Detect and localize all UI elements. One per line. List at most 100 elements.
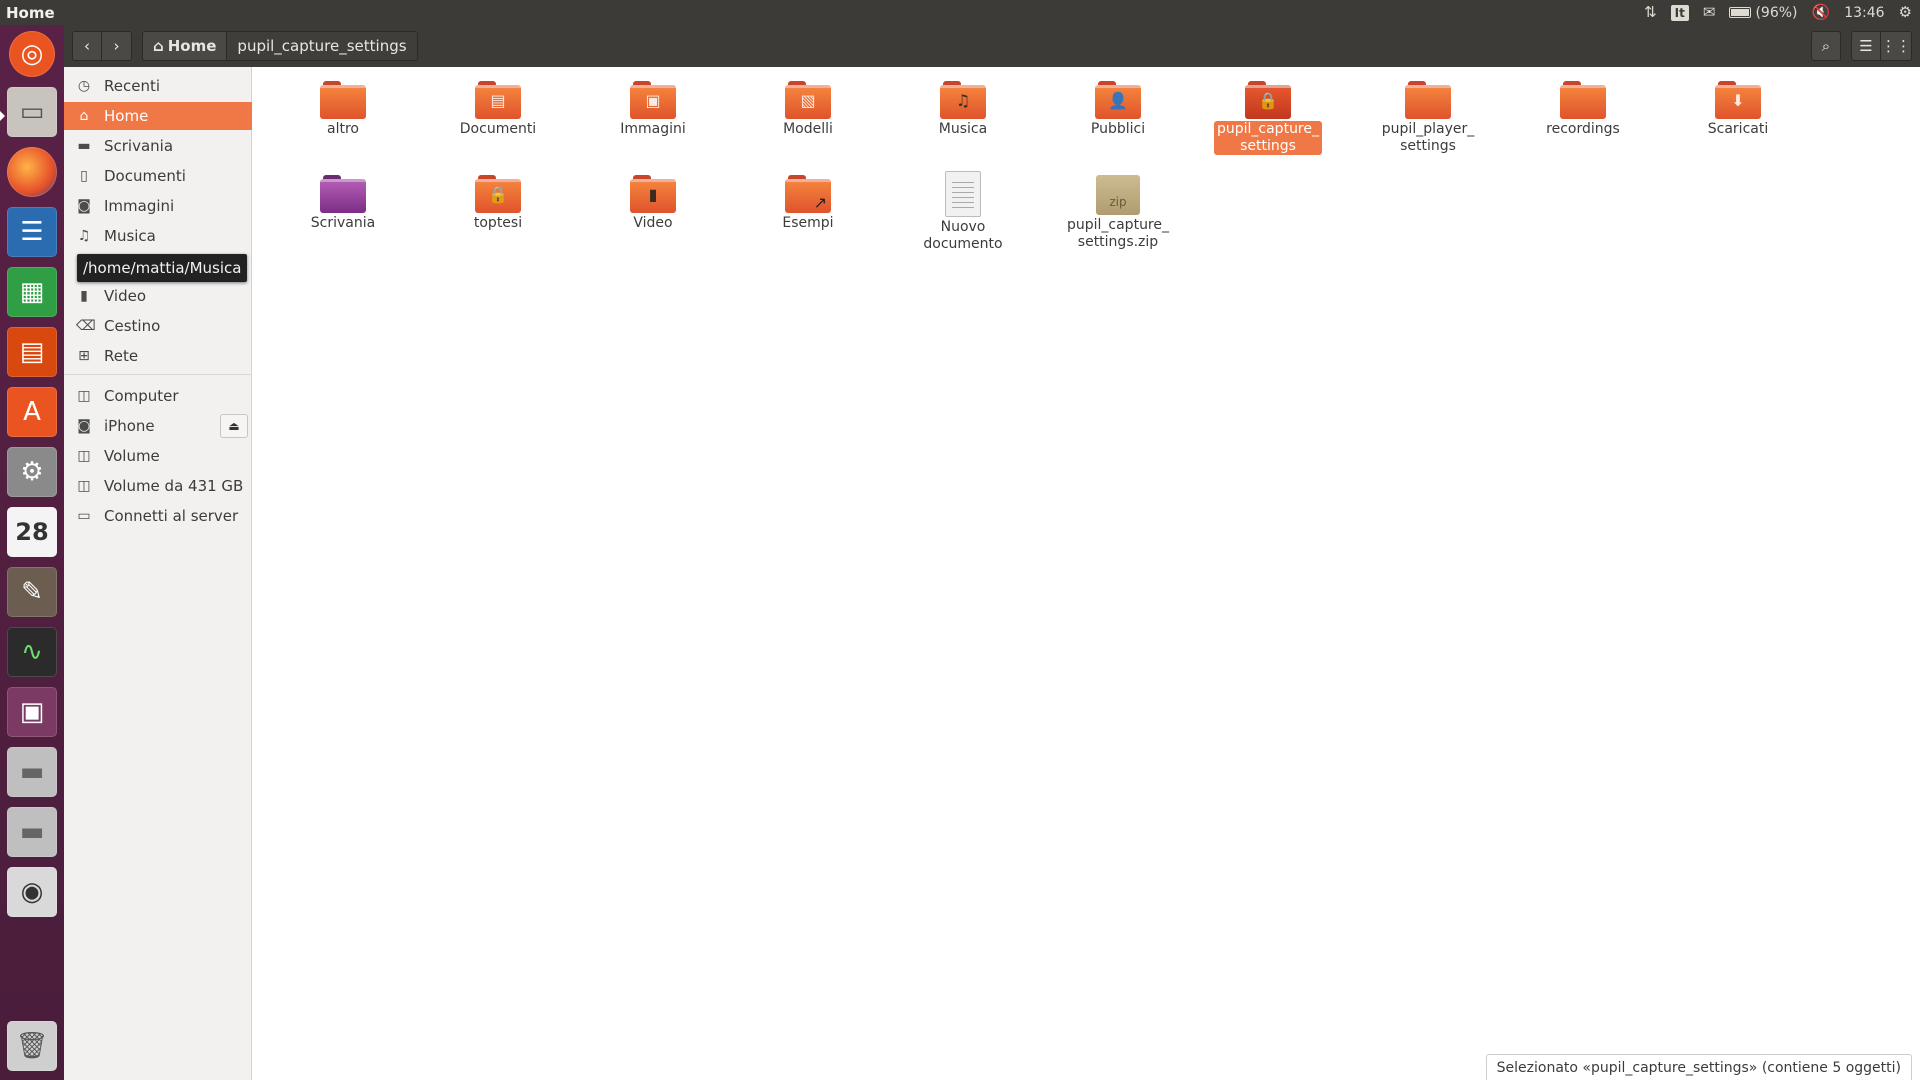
sidebar-item-home[interactable]: ⌂ Home — [64, 102, 252, 130]
firefox-icon[interactable] — [7, 147, 57, 197]
file-label: Documenti — [459, 121, 537, 137]
sidebar-item-musica[interactable]: ♫ Musica — [64, 222, 252, 250]
list-view-button[interactable]: ☰ — [1851, 31, 1881, 61]
chevron-left-icon: ‹ — [84, 37, 90, 55]
sidebar-item-label: Immagini — [104, 197, 175, 215]
eject-button[interactable]: ⏏ — [220, 414, 248, 438]
file-item-scaricati[interactable]: ⬇ Scaricati — [1683, 81, 1793, 138]
sidebar-item-label: Volume da 431 GB — [104, 477, 244, 495]
battery-percent: (96%) — [1755, 4, 1798, 21]
network-icon: ⊞ — [78, 348, 90, 364]
folder-templates-icon: ▧ — [785, 81, 831, 119]
mail-icon[interactable]: ✉ — [1703, 0, 1716, 25]
sidebar-item-iphone[interactable]: ◙ iPhone ⏏ — [64, 412, 252, 440]
battery-indicator[interactable]: (96%) — [1729, 4, 1798, 21]
system-monitor-icon[interactable]: ∿ — [7, 627, 57, 677]
system-settings-icon[interactable]: ⚙ — [7, 447, 57, 497]
zip-label: zip — [1109, 195, 1127, 209]
camera-icon[interactable]: ◉ — [7, 867, 57, 917]
file-item-pupil-capture-settings-zip[interactable]: zip pupil_capture_ settings.zip — [1063, 175, 1173, 251]
file-label: pupil_capture_ settings.zip — [1066, 217, 1169, 250]
forward-button[interactable]: › — [102, 31, 132, 61]
folder-locked-icon: 🔒 — [475, 175, 521, 213]
folder-icon — [1560, 81, 1606, 119]
sidebar-item-recenti[interactable]: ◷ Recenti — [64, 72, 252, 100]
file-view[interactable]: altro ▤ Documenti ▣ Immagini ▧ Modelli ♫… — [253, 67, 1920, 1080]
volume-muted-icon[interactable]: 🔇 — [1812, 0, 1831, 25]
camera-icon: ◙ — [77, 198, 91, 214]
calc-icon[interactable]: ▦ — [7, 267, 57, 317]
file-item-immagini[interactable]: ▣ Immagini — [598, 81, 708, 138]
folder-icon: ▬ — [77, 138, 91, 154]
folder-icon — [1405, 81, 1451, 119]
sidebar-item-label: Cestino — [104, 317, 161, 335]
file-item-toptesi[interactable]: 🔒 toptesi — [443, 175, 553, 232]
sidebar-item-scrivania[interactable]: ▬ Scrivania — [64, 132, 252, 160]
drive-icon[interactable]: ▬ — [7, 747, 57, 797]
drive-icon[interactable]: ▬ — [7, 807, 57, 857]
home-icon: ⌂ — [79, 108, 89, 124]
gear-icon[interactable]: ⚙ — [1899, 0, 1912, 25]
file-item-musica[interactable]: ♫ Musica — [908, 81, 1018, 138]
keyboard-layout-indicator[interactable]: It — [1670, 4, 1689, 21]
file-label: Pubblici — [1090, 121, 1146, 137]
text-document-icon — [945, 171, 981, 217]
sidebar-item-immagini[interactable]: ◙ Immagini — [64, 192, 252, 220]
writer-icon[interactable]: ☰ — [7, 207, 57, 257]
zip-archive-icon: zip — [1096, 175, 1140, 215]
sidebar-item-label: iPhone — [104, 417, 155, 435]
file-label: recordings — [1546, 121, 1620, 137]
trash-icon: ⌫ — [76, 318, 96, 334]
sidebar-item-rete[interactable]: ⊞ Rete — [64, 342, 252, 370]
sidebar-item-connetti-server[interactable]: ▭ Connetti al server — [64, 502, 252, 530]
breadcrumb-current[interactable]: pupil_capture_settings — [227, 31, 418, 61]
file-item-nuovo-documento[interactable]: Nuovo documento — [908, 171, 1018, 253]
indicator-area: ⇅ It ✉ (96%) 🔇 13:46 ⚙ — [1644, 0, 1920, 25]
file-item-documenti[interactable]: ▤ Documenti — [443, 81, 553, 138]
file-item-modelli[interactable]: ▧ Modelli — [753, 81, 863, 138]
impress-icon[interactable]: ▤ — [7, 327, 57, 377]
sidebar-item-volume[interactable]: ◫ Volume — [64, 442, 252, 470]
search-icon: ⌕ — [1821, 37, 1831, 55]
sidebar-item-label: Scrivania — [104, 137, 174, 155]
dash-icon[interactable]: ◎ — [9, 31, 55, 77]
back-button[interactable]: ‹ — [72, 31, 102, 61]
file-item-scrivania[interactable]: Scrivania — [288, 175, 398, 232]
sidebar-item-label: Rete — [104, 347, 139, 365]
file-item-altro[interactable]: altro — [288, 81, 398, 138]
grid-view-button[interactable]: ⋮⋮ — [1881, 31, 1912, 61]
file-label: pupil_capture_ settings — [1213, 121, 1322, 155]
file-item-pupil-capture-settings[interactable]: 🔒 pupil_capture_ settings — [1213, 81, 1323, 155]
places-sidebar: ◷ Recenti ⌂ Home ▬ Scrivania ▯ Documenti ◙ Im… — [64, 67, 252, 1080]
grid-icon: ⋮⋮ — [1881, 37, 1911, 55]
clock[interactable]: 13:46 — [1844, 5, 1884, 21]
gimp-icon[interactable]: ✎ — [7, 567, 57, 617]
launcher: ◎ ▭ ☰ ▦ ▤ A ⚙ 28 ✎ ∿ ▣ ▬ ▬ ◉ 🗑 — [0, 25, 64, 1080]
file-item-esempi[interactable]: ↗ Esempi — [753, 175, 863, 232]
folder-music-icon: ♫ — [940, 81, 986, 119]
sidebar-item-computer[interactable]: ◫ Computer — [64, 382, 252, 410]
breadcrumb-home[interactable]: ⌂ Home — [142, 31, 228, 61]
headerbar: ‹ › ⌂ Home pupil_capture_settings ⌕ ☰ ⋮⋮ — [64, 25, 1920, 67]
search-button[interactable]: ⌕ — [1811, 31, 1841, 61]
network-transfer-icon[interactable]: ⇅ — [1644, 0, 1657, 25]
file-item-pupil-player-settings[interactable]: pupil_player_ settings — [1373, 81, 1483, 155]
software-center-icon[interactable]: A — [7, 387, 57, 437]
top-panel: Home ⇅ It ✉ (96%) 🔇 13:46 ⚙ — [0, 0, 1920, 25]
sidebar-item-documenti[interactable]: ▯ Documenti — [64, 162, 252, 190]
files-app-icon[interactable]: ▭ — [7, 87, 57, 137]
file-item-pubblici[interactable]: 👤 Pubblici — [1063, 81, 1173, 138]
trash-icon[interactable]: 🗑 — [7, 1021, 57, 1071]
sidebar-item-volume-431[interactable]: ◫ Volume da 431 GB — [64, 472, 252, 500]
status-bar: Selezionato «pupil_capture_settings» (co… — [1485, 1054, 1912, 1080]
workspace-switcher-icon[interactable]: ▣ — [7, 687, 57, 737]
sidebar-item-label: Recenti — [104, 77, 161, 95]
active-app-arrow — [0, 111, 5, 121]
folder-pictures-icon: ▣ — [630, 81, 676, 119]
sidebar-item-video[interactable]: ▮ Video — [64, 282, 252, 310]
sidebar-item-cestino[interactable]: ⌫ Cestino — [64, 312, 252, 340]
file-item-video[interactable]: ▮ Video — [598, 175, 708, 232]
calendar-icon[interactable]: 28 — [7, 507, 57, 557]
file-item-recordings[interactable]: recordings — [1528, 81, 1638, 138]
sidebar-item-label: Home — [104, 107, 149, 125]
